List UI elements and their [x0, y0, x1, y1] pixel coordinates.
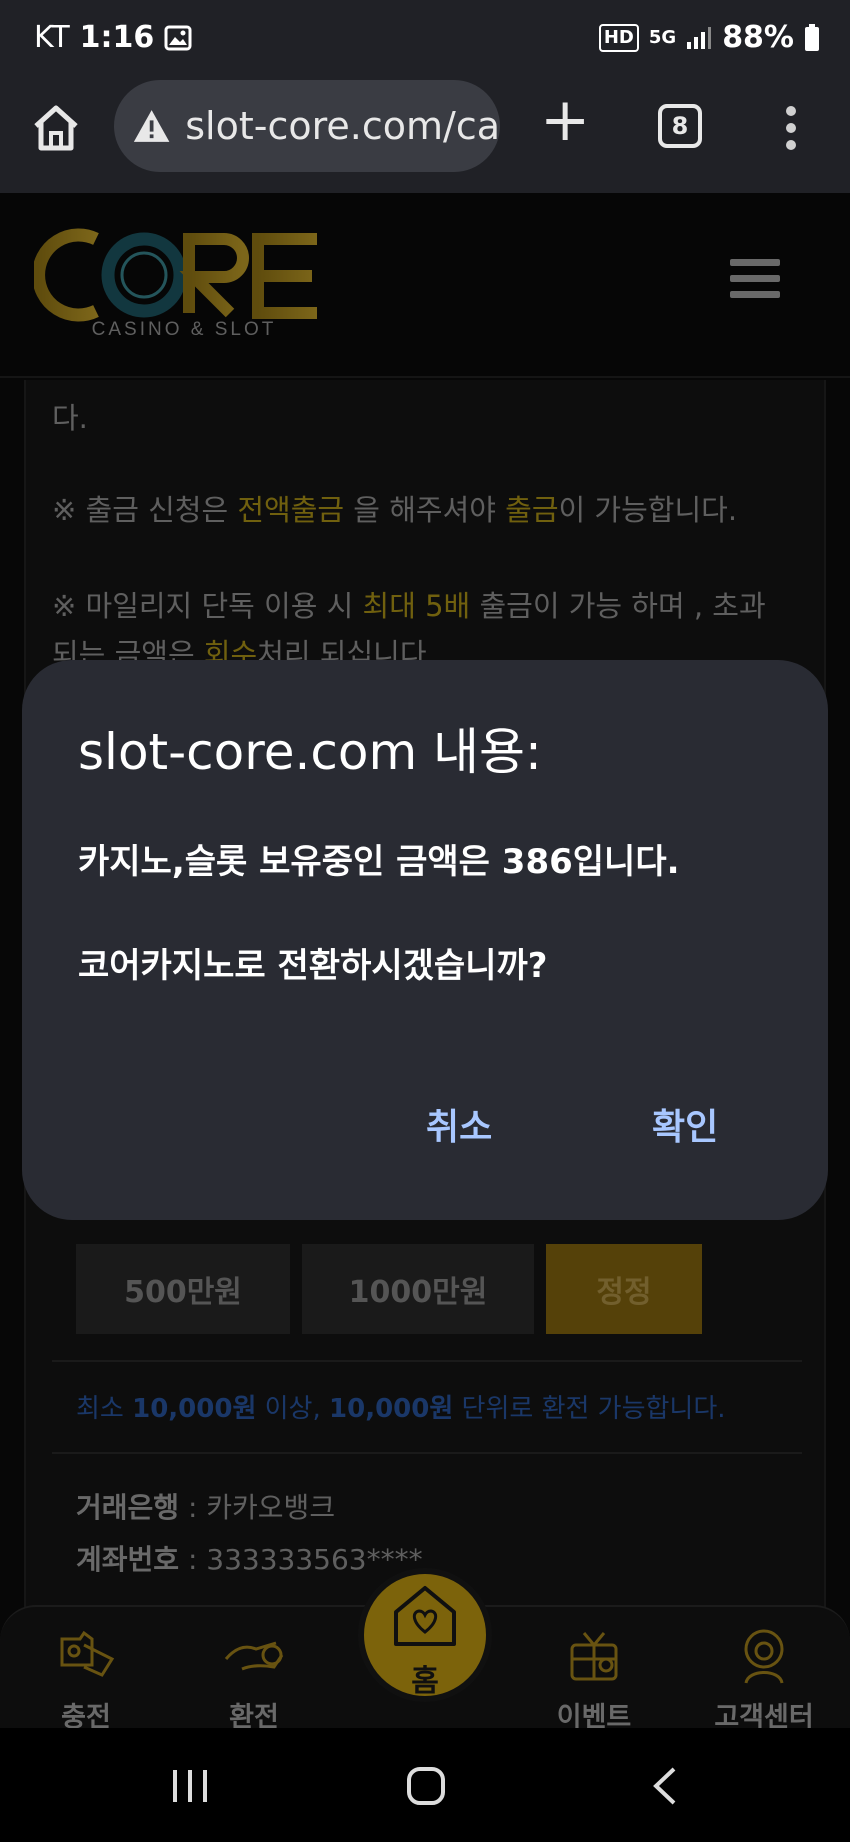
home-icon[interactable]	[30, 102, 82, 154]
battery-icon	[805, 23, 819, 51]
status-bar: KT 1:16 HD 5G 88%	[0, 0, 850, 78]
more-options-icon[interactable]	[786, 106, 798, 157]
home-nav-icon[interactable]	[406, 1766, 446, 1806]
dialog-question: 코어카지노로 전환하시겠습니까?	[78, 946, 548, 986]
browser-toolbar: slot-core.com/ca + 8	[0, 78, 850, 193]
hd-voice-icon: HD	[598, 23, 639, 52]
cancel-button[interactable]: 취소	[426, 1098, 492, 1150]
dialog-message: 카지노,슬롯 보유중인 금액은 386입니다.	[78, 842, 680, 882]
confirm-button[interactable]: 확인	[652, 1098, 718, 1150]
warning-icon[interactable]	[132, 107, 171, 145]
alert-dialog: slot-core.com 내용: 카지노,슬롯 보유중인 금액은 386입니다…	[22, 660, 828, 1220]
dialog-title: slot-core.com 내용:	[78, 723, 542, 781]
new-tab-button[interactable]: +	[540, 90, 590, 150]
system-navigation-bar	[0, 1728, 850, 1842]
carrier: KT	[34, 20, 70, 55]
tab-switcher-button[interactable]: 8	[658, 104, 702, 148]
clock: 1:16	[79, 20, 155, 55]
recent-apps-icon[interactable]	[170, 1768, 210, 1804]
address-bar[interactable]: slot-core.com/ca	[114, 80, 500, 172]
network-type-icon: 5G	[648, 27, 677, 48]
battery-percent: 88%	[722, 20, 794, 55]
back-icon[interactable]	[650, 1766, 680, 1806]
url-text: slot-core.com/ca	[185, 104, 500, 148]
gallery-icon	[164, 25, 192, 50]
signal-icon	[687, 26, 712, 49]
